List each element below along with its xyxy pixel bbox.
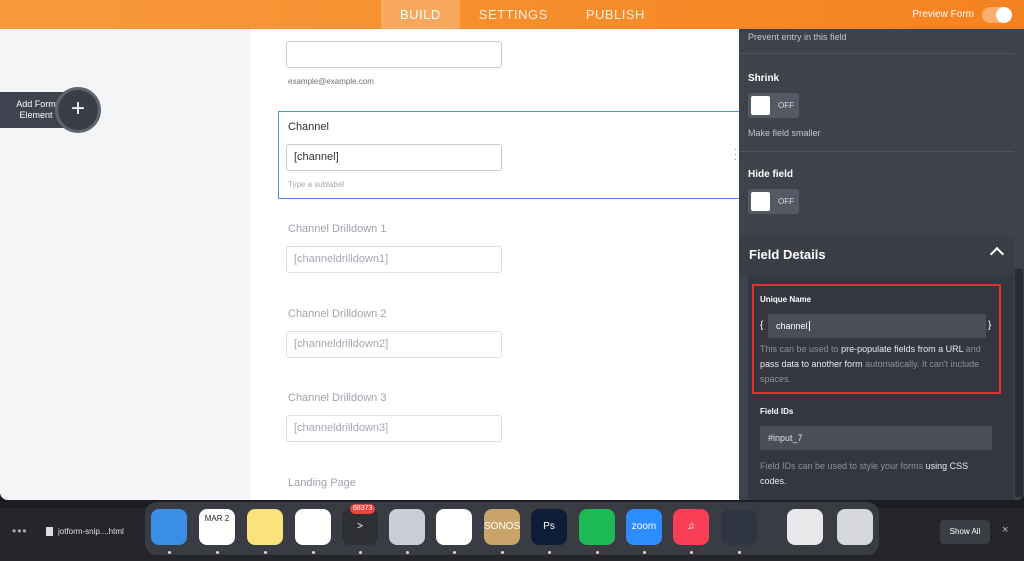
top-bar: BUILD SETTINGS PUBLISH Preview Form xyxy=(0,0,1024,29)
chevron-up-icon[interactable] xyxy=(989,246,1005,262)
toggle-knob xyxy=(751,192,770,211)
running-indicator xyxy=(643,551,646,554)
shrink-title: Shrink xyxy=(748,73,780,84)
launchpad-icon[interactable] xyxy=(389,509,425,545)
prompt-app-icon[interactable]: >68373 xyxy=(342,504,378,545)
trash-icon[interactable] xyxy=(837,509,873,545)
finder-icon[interactable] xyxy=(151,509,187,545)
file-icon xyxy=(46,526,53,536)
running-indicator xyxy=(738,551,741,554)
preview-icon[interactable] xyxy=(787,509,823,545)
divider xyxy=(739,53,1014,54)
hide-field-toggle-label: OFF xyxy=(778,197,794,206)
email-field[interactable] xyxy=(286,41,502,68)
left-panel: Add Form Element + xyxy=(0,29,250,500)
slack-icon[interactable] xyxy=(295,509,331,545)
running-indicator xyxy=(312,551,315,554)
calendar-icon[interactable]: MAR 2 xyxy=(199,509,235,545)
add-form-element-label: Add Form Element xyxy=(16,99,56,120)
unique-name-title: Unique Name xyxy=(760,295,812,304)
photoshop-icon[interactable]: Ps xyxy=(531,509,567,545)
text-cursor xyxy=(808,321,810,331)
drilldown-2-label: Channel Drilldown 2 xyxy=(288,308,387,320)
shrink-toggle-label: OFF xyxy=(778,101,794,110)
sonos-icon[interactable]: SONOS xyxy=(484,509,520,545)
channel-sublabel[interactable]: Type a sublabel xyxy=(288,180,344,189)
field-ids-title: Field IDs xyxy=(760,407,794,416)
drilldown-3-label: Channel Drilldown 3 xyxy=(288,392,387,404)
shrink-toggle[interactable]: OFF xyxy=(748,93,799,118)
hide-field-title: Hide field xyxy=(748,169,794,180)
more-icon[interactable]: ••• xyxy=(12,524,28,538)
email-sublabel: example@example.com xyxy=(288,77,374,86)
field-details-header[interactable]: Field Details xyxy=(739,237,1014,275)
download-file-name: jotform-snip....html xyxy=(58,526,124,536)
running-indicator xyxy=(264,551,267,554)
show-all-button[interactable]: Show All xyxy=(940,520,990,544)
unique-name-input[interactable]: channel xyxy=(768,314,986,338)
spotify-icon[interactable] xyxy=(579,509,615,545)
landing-page-label: Landing Page xyxy=(288,477,356,489)
running-indicator xyxy=(216,551,219,554)
unique-name-help: This can be used to pre-populate fields … xyxy=(760,342,992,387)
help-text: This can be used to xyxy=(760,344,842,354)
preview-form-control[interactable]: Preview Form xyxy=(912,0,1012,29)
unique-name-value: channel xyxy=(776,321,808,331)
properties-panel: Prevent entry in this field Shrink OFF M… xyxy=(739,29,1024,500)
notes-icon[interactable] xyxy=(247,509,283,545)
hide-field-toggle[interactable]: OFF xyxy=(748,189,799,214)
field-id-input[interactable]: #input_7 xyxy=(760,426,992,450)
close-icon[interactable]: × xyxy=(1002,524,1008,536)
field-ids-help: Field IDs can be used to style your form… xyxy=(760,459,992,489)
drilldown-1-label: Channel Drilldown 1 xyxy=(288,223,387,235)
prepopulate-link[interactable]: pre-populate fields from a URL xyxy=(841,344,963,354)
music-icon[interactable]: ♫ xyxy=(673,509,709,545)
channel-input[interactable]: [channel] xyxy=(286,144,502,171)
channel-label: Channel xyxy=(288,121,329,133)
shrink-help: Make field smaller xyxy=(748,128,821,138)
form-canvas: example@example.com Channel [channel] Ty… xyxy=(250,29,739,500)
running-indicator xyxy=(690,551,693,554)
toggle-knob xyxy=(751,96,770,115)
panel-scrollbar[interactable] xyxy=(1015,269,1023,497)
help-text: and xyxy=(963,344,981,354)
close-brace: } xyxy=(988,320,992,331)
preview-form-toggle[interactable] xyxy=(982,6,1012,23)
preview-form-label: Preview Form xyxy=(912,9,974,20)
pass-data-link[interactable]: pass data to another form xyxy=(760,359,863,369)
drag-handle-icon[interactable]: · · · xyxy=(734,145,738,165)
running-indicator xyxy=(168,551,171,554)
download-item[interactable]: jotform-snip....html xyxy=(46,512,143,550)
running-indicator xyxy=(453,551,456,554)
jotform-builder-window: BUILD SETTINGS PUBLISH Preview Form Add … xyxy=(0,0,1024,500)
tab-publish[interactable]: PUBLISH xyxy=(567,0,664,29)
notification-badge: 68373 xyxy=(350,504,376,514)
tab-settings[interactable]: SETTINGS xyxy=(460,0,567,29)
plus-icon[interactable]: + xyxy=(55,87,101,133)
readonly-help: Prevent entry in this field xyxy=(748,32,847,42)
running-indicator xyxy=(406,551,409,554)
open-brace: { xyxy=(760,320,764,331)
chrome-icon[interactable] xyxy=(436,509,472,545)
running-indicator xyxy=(548,551,551,554)
drilldown-3-input[interactable]: [channeldrilldown3] xyxy=(286,415,502,442)
divider xyxy=(739,151,1014,152)
help-text: Field IDs can be used to style your form… xyxy=(760,461,926,471)
drilldown-1-input[interactable]: [channeldrilldown1] xyxy=(286,246,502,273)
drilldown-2-input[interactable]: [channeldrilldown2] xyxy=(286,331,502,358)
running-indicator xyxy=(501,551,504,554)
field-details-title: Field Details xyxy=(749,247,826,262)
tab-build[interactable]: BUILD xyxy=(381,0,460,29)
quicktime-icon[interactable] xyxy=(721,509,757,545)
builder-tabs: BUILD SETTINGS PUBLISH xyxy=(381,0,664,29)
running-indicator xyxy=(359,551,362,554)
zoom-icon[interactable]: zoom xyxy=(626,509,662,545)
running-indicator xyxy=(596,551,599,554)
